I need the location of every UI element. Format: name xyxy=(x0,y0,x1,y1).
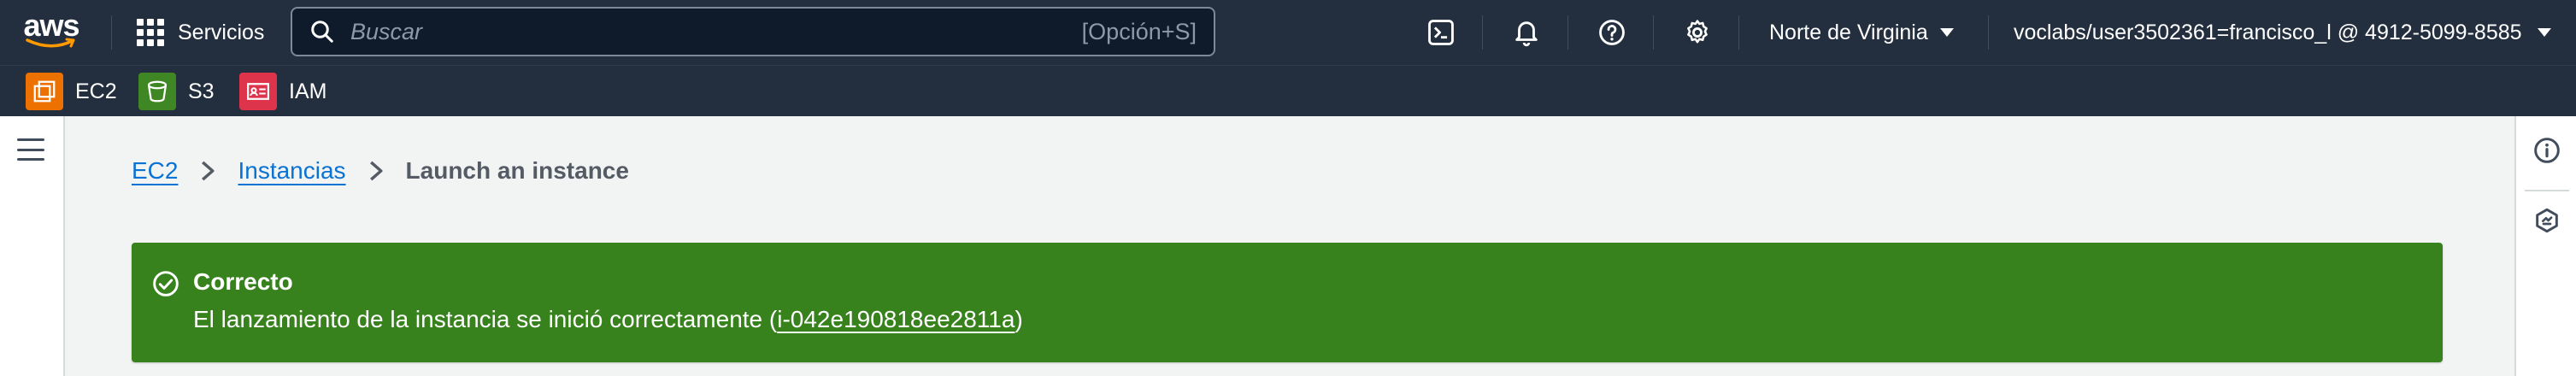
favorite-iam[interactable]: IAM xyxy=(239,73,326,110)
favorite-label: EC2 xyxy=(75,79,117,103)
side-navigation-rail xyxy=(0,116,65,376)
caret-down-icon xyxy=(2537,28,2551,37)
chevron-right-icon xyxy=(200,160,215,182)
region-selector[interactable]: Norte de Virginia xyxy=(1769,0,1954,65)
tools-rail xyxy=(2514,116,2576,376)
search-bar[interactable]: [Opción+S] xyxy=(291,7,1215,56)
breadcrumb-current: Launch an instance xyxy=(405,157,629,184)
caret-down-icon xyxy=(1939,28,1954,37)
aws-logo[interactable]: aws xyxy=(23,8,80,53)
tutorials-panel-button[interactable] xyxy=(2532,205,2562,236)
breadcrumb-ec2[interactable]: EC2 xyxy=(132,157,178,185)
nav-divider xyxy=(1567,15,1568,50)
services-menu-button[interactable]: Servicios xyxy=(137,0,264,65)
apps-grid-icon xyxy=(137,19,164,46)
flash-message-suffix: ) xyxy=(1015,306,1023,332)
rail-divider xyxy=(2525,190,2569,191)
s3-icon xyxy=(138,73,176,110)
help-icon xyxy=(1599,20,1625,45)
breadcrumb-instancias[interactable]: Instancias xyxy=(238,157,345,185)
success-flashbar: Correcto El lanzamiento de la instancia … xyxy=(132,243,2443,362)
flash-message: El lanzamiento de la instancia se inició… xyxy=(193,306,1023,333)
favorite-label: IAM xyxy=(289,79,327,103)
account-menu[interactable]: voclabs/user3502361=francisco_l @ 4912-5… xyxy=(2014,0,2551,65)
hexagon-icon xyxy=(2536,208,2558,233)
breadcrumb: EC2 Instancias Launch an instance xyxy=(132,154,629,188)
info-icon xyxy=(2534,138,2560,163)
iam-icon xyxy=(239,73,277,110)
info-panel-button[interactable] xyxy=(2532,135,2562,166)
search-input[interactable] xyxy=(350,18,1082,45)
favorite-ec2[interactable]: EC2 xyxy=(26,73,117,110)
bell-icon xyxy=(1515,21,1538,47)
settings-button[interactable] xyxy=(1680,15,1714,50)
check-circle-icon xyxy=(152,270,179,302)
top-navigation: aws Servicios [Opción+S] xyxy=(0,0,2576,65)
flash-title: Correcto xyxy=(193,268,293,295)
chevron-right-icon xyxy=(368,160,384,182)
search-shortcut-hint: [Opción+S] xyxy=(1081,18,1197,44)
region-label: Norte de Virginia xyxy=(1769,20,1928,44)
menu-icon[interactable] xyxy=(17,138,44,161)
nav-divider xyxy=(1653,15,1654,50)
gear-icon xyxy=(1687,20,1708,44)
cloudshell-button[interactable] xyxy=(1424,15,1458,50)
nav-divider xyxy=(1988,15,1989,50)
services-label: Servicios xyxy=(178,20,265,44)
nav-divider xyxy=(1738,15,1739,50)
favorites-bar: EC2 S3 IAM xyxy=(0,65,2576,116)
instance-id-link[interactable]: i-042e190818ee2811a xyxy=(777,306,1015,332)
nav-divider xyxy=(1482,15,1483,50)
help-button[interactable] xyxy=(1595,15,1629,50)
favorite-label: S3 xyxy=(188,79,215,103)
flash-message-prefix: El lanzamiento de la instancia se inició… xyxy=(193,306,778,332)
aws-smile-icon xyxy=(26,38,75,48)
favorite-s3[interactable]: S3 xyxy=(138,73,215,110)
ec2-icon xyxy=(26,73,63,110)
search-icon xyxy=(311,21,333,43)
notifications-button[interactable] xyxy=(1509,15,1544,50)
cloudshell-icon xyxy=(1428,20,1454,45)
aws-logo-text: aws xyxy=(23,8,79,43)
nav-divider xyxy=(111,15,112,50)
account-label: voclabs/user3502361=francisco_l @ 4912-5… xyxy=(2014,20,2522,44)
